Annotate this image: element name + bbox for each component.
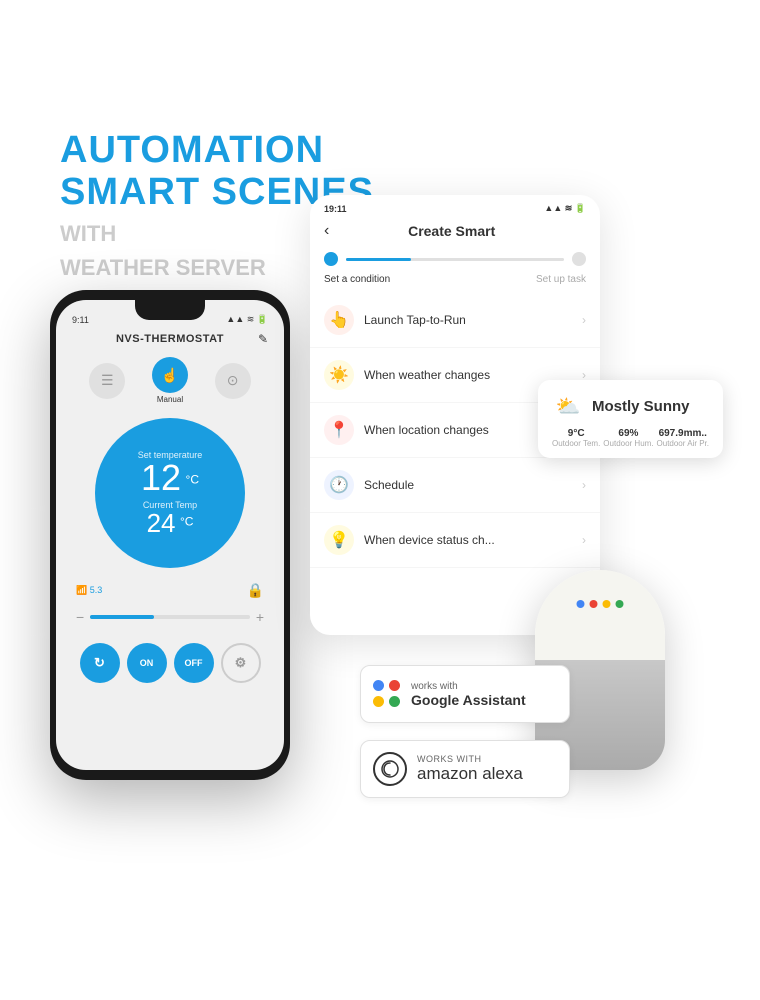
progress-dot-inactive <box>572 252 586 266</box>
app-status-bar: 19:11 ▲▲ ≋ 🔋 <box>310 195 600 218</box>
alexa-icon <box>373 752 407 786</box>
gh-dot-green <box>616 600 624 608</box>
weather-stat-value-0: 9°C <box>552 428 600 439</box>
settings-button[interactable]: ⚙ <box>221 643 261 683</box>
menu-icon-3: 🕐 <box>324 470 354 500</box>
google-assistant-name: Google Assistant <box>411 692 526 708</box>
app-time: 19:11 <box>324 204 347 214</box>
gh-dot-yellow <box>603 600 611 608</box>
phone-wrapper: 9:11 ▲▲ ≋ 🔋 NVS-THERMOSTAT ✎ ☰ ☝ Manual … <box>50 290 290 780</box>
app-nav-bar: ‹ Create Smart <box>310 218 600 246</box>
google-home-device <box>510 530 690 770</box>
weather-card: ⛅ Mostly Sunny 9°C Outdoor Tem. 69% Outd… <box>538 380 723 458</box>
mode-list: ☰ <box>89 363 125 399</box>
off-button[interactable]: OFF <box>174 643 214 683</box>
app-status-icons: ▲▲ ≋ 🔋 <box>544 203 586 214</box>
wifi-label: 📶 5.3 <box>76 585 102 596</box>
weather-icon: ⛅ <box>552 390 584 422</box>
set-temp-value: 12 <box>141 457 181 498</box>
gh-dot-red <box>590 600 598 608</box>
slider-minus[interactable]: − <box>76 609 84 625</box>
phone-frame: 9:11 ▲▲ ≋ 🔋 NVS-THERMOSTAT ✎ ☰ ☝ Manual … <box>50 290 290 780</box>
menu-text-0: Launch Tap-to-Run <box>364 313 582 327</box>
set-temp-unit: °C <box>186 472 199 486</box>
current-temp-value-row: 24 °C <box>147 510 194 537</box>
current-temp-label: Current Temp <box>143 500 197 510</box>
slider-track[interactable] <box>90 615 250 619</box>
menu-text-3: Schedule <box>364 478 582 492</box>
step2-label: Set up task <box>536 274 586 285</box>
phone-mode-row: ☰ ☝ Manual ⊙ <box>56 349 284 408</box>
dot-blue <box>373 680 384 691</box>
dot-green <box>389 696 400 707</box>
app-progress-bar <box>310 246 600 272</box>
app-title: Create Smart <box>337 223 586 239</box>
lock-icon: 🔒 <box>247 582 264 599</box>
progress-line <box>346 258 564 261</box>
phone-title: NVS-THERMOSTAT <box>116 333 224 345</box>
weather-stat-1: 69% Outdoor Hum. <box>603 428 653 448</box>
back-button[interactable]: ‹ <box>324 222 329 240</box>
edit-icon[interactable]: ✎ <box>258 332 268 346</box>
alexa-badge-text: WORKS WITH amazon alexa <box>417 754 523 784</box>
slider-plus[interactable]: + <box>256 609 264 625</box>
weather-stat-value-1: 69% <box>603 428 653 439</box>
google-dots <box>373 680 401 708</box>
progress-dot-active <box>324 252 338 266</box>
google-badge-text: works with Google Assistant <box>411 681 526 708</box>
weather-stat-label-1: Outdoor Hum. <box>603 439 653 448</box>
menu-arrow-3: › <box>582 478 586 492</box>
phone-time: 9:11 <box>72 315 89 325</box>
weather-card-header: ⛅ Mostly Sunny <box>552 390 709 422</box>
phone-temp-circle: Set temperature 12 °C Current Temp 24 °C <box>95 418 245 568</box>
weather-stats: 9°C Outdoor Tem. 69% Outdoor Hum. 697.9m… <box>552 428 709 448</box>
menu-icon-2: 📍 <box>324 415 354 445</box>
mode-extra: ⊙ <box>215 363 251 399</box>
app-steps: Set a condition Set up task <box>310 272 600 293</box>
mode-extra-icon: ⊙ <box>215 363 251 399</box>
gh-dot-blue <box>577 600 585 608</box>
menu-item-0[interactable]: 👆 Launch Tap-to-Run › <box>310 293 600 348</box>
set-temp-label: Set temperature <box>138 450 203 460</box>
menu-item-3[interactable]: 🕐 Schedule › <box>310 458 600 513</box>
dot-red <box>389 680 400 691</box>
current-temp-value: 24 <box>147 508 176 538</box>
headline-line1: AUTOMATION <box>60 130 374 172</box>
menu-icon-4: 💡 <box>324 525 354 555</box>
weather-stat-0: 9°C Outdoor Tem. <box>552 428 600 448</box>
weather-stat-label-2: Outdoor Air Pr. <box>657 439 709 448</box>
menu-arrow-0: › <box>582 313 586 327</box>
on-button[interactable]: ON <box>127 643 167 683</box>
current-temp-unit: °C <box>180 514 193 528</box>
refresh-button[interactable]: ↻ <box>80 643 120 683</box>
alexa-badge: WORKS WITH amazon alexa <box>360 740 570 798</box>
phone-bottom-row: 📶 5.3 🔒 <box>56 578 284 603</box>
google-assistant-badge: works with Google Assistant <box>360 665 570 723</box>
mode-manual[interactable]: ☝ Manual <box>152 357 188 404</box>
menu-icon-1: ☀️ <box>324 360 354 390</box>
slider-fill <box>90 615 154 619</box>
google-home-dots <box>577 600 624 608</box>
mode-manual-icon[interactable]: ☝ <box>152 357 188 393</box>
menu-icon-0: 👆 <box>324 305 354 335</box>
weather-title: Mostly Sunny <box>592 398 690 415</box>
alexa-name: amazon alexa <box>417 764 523 784</box>
mode-list-icon: ☰ <box>89 363 125 399</box>
weather-stat-value-2: 697.9mm.. <box>657 428 709 439</box>
phone-screen: 9:11 ▲▲ ≋ 🔋 NVS-THERMOSTAT ✎ ☰ ☝ Manual … <box>56 300 284 770</box>
weather-stat-label-0: Outdoor Tem. <box>552 439 600 448</box>
weather-stat-2: 697.9mm.. Outdoor Air Pr. <box>657 428 709 448</box>
alexa-works-with: WORKS WITH <box>417 754 523 764</box>
phone-notch <box>135 300 205 320</box>
dot-yellow <box>373 696 384 707</box>
phone-title-bar: NVS-THERMOSTAT ✎ <box>56 329 284 349</box>
mode-manual-label: Manual <box>152 395 188 404</box>
progress-line-fill <box>346 258 411 261</box>
step1-label: Set a condition <box>324 274 390 285</box>
google-works-with: works with <box>411 681 526 692</box>
phone-action-bar: ↻ ON OFF ⚙ <box>56 635 284 691</box>
phone-slider-row: − + <box>56 603 284 631</box>
phone-signal: ▲▲ ≋ 🔋 <box>226 314 268 325</box>
set-temp-value-row: 12 °C <box>141 460 199 496</box>
